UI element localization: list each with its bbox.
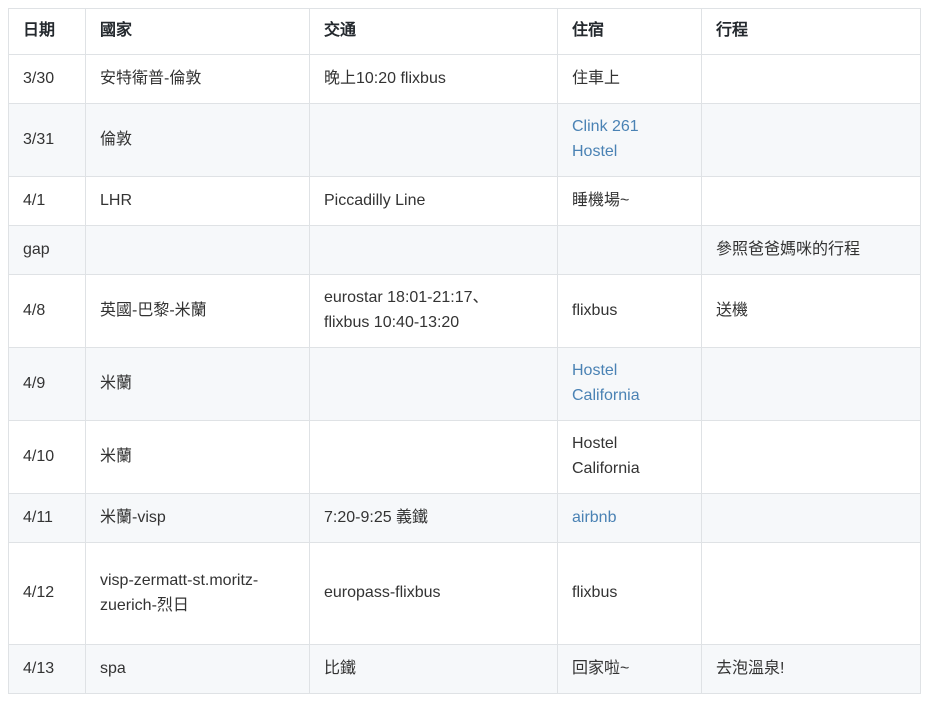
travel-itinerary-table: 日期 國家 交通 住宿 行程 3/30 安特衛普-倫敦 晚上10:20 flix… xyxy=(8,8,921,694)
table-row: 3/31 倫敦 Clink 261 Hostel xyxy=(8,103,921,177)
cell-transport xyxy=(309,225,558,275)
cell-itinerary xyxy=(701,54,921,104)
cell-country: 安特衛普-倫敦 xyxy=(85,54,310,104)
cell-accommodation: 回家啦~ xyxy=(557,644,702,694)
cell-itinerary xyxy=(701,420,921,494)
cell-date: gap xyxy=(8,225,86,275)
cell-country xyxy=(85,225,310,275)
column-header-date: 日期 xyxy=(8,8,86,55)
cell-transport: 比鐵 xyxy=(309,644,558,694)
cell-date: 4/1 xyxy=(8,176,86,226)
cell-accommodation: airbnb xyxy=(557,493,702,543)
cell-itinerary: 送機 xyxy=(701,274,921,348)
table-row: 4/11 米蘭-visp 7:20-9:25 義鐵 airbnb xyxy=(8,493,921,543)
cell-itinerary xyxy=(701,103,921,177)
cell-transport xyxy=(309,420,558,494)
table-row: 4/8 英國-巴黎-米蘭 eurostar 18:01-21:17、 flixb… xyxy=(8,274,921,348)
transport-line-2: flixbus 10:40-13:20 xyxy=(324,314,460,331)
cell-date: 4/8 xyxy=(8,274,86,348)
cell-country: visp-zermatt-st.moritz-zuerich-烈日 xyxy=(85,542,310,645)
table-header: 日期 國家 交通 住宿 行程 xyxy=(8,8,921,55)
cell-country: 米蘭 xyxy=(85,347,310,421)
cell-itinerary: 參照爸爸媽咪的行程 xyxy=(701,225,921,275)
cell-country: 英國-巴黎-米蘭 xyxy=(85,274,310,348)
cell-date: 4/13 xyxy=(8,644,86,694)
cell-transport xyxy=(309,347,558,421)
accommodation-link[interactable]: Clink 261 Hostel xyxy=(572,118,639,160)
cell-date: 3/30 xyxy=(8,54,86,104)
column-header-country: 國家 xyxy=(85,8,310,55)
cell-country: 倫敦 xyxy=(85,103,310,177)
cell-itinerary xyxy=(701,176,921,226)
cell-transport: Piccadilly Line xyxy=(309,176,558,226)
cell-date: 4/11 xyxy=(8,493,86,543)
column-header-itinerary: 行程 xyxy=(701,8,921,55)
cell-accommodation: 住車上 xyxy=(557,54,702,104)
cell-transport: 7:20-9:25 義鐵 xyxy=(309,493,558,543)
cell-accommodation xyxy=(557,225,702,275)
column-header-accommodation: 住宿 xyxy=(557,8,702,55)
table-body: 3/30 安特衛普-倫敦 晚上10:20 flixbus 住車上 3/31 倫敦… xyxy=(8,54,921,694)
cell-accommodation: flixbus xyxy=(557,274,702,348)
header-row: 日期 國家 交通 住宿 行程 xyxy=(8,8,921,55)
cell-transport: europass-flixbus xyxy=(309,542,558,645)
table-row: gap 參照爸爸媽咪的行程 xyxy=(8,225,921,275)
accommodation-link[interactable]: Hostel California xyxy=(572,362,640,404)
cell-country: LHR xyxy=(85,176,310,226)
cell-date: 4/12 xyxy=(8,542,86,645)
cell-accommodation: Hostel California xyxy=(557,347,702,421)
cell-transport xyxy=(309,103,558,177)
cell-country: 米蘭 xyxy=(85,420,310,494)
table-row: 4/9 米蘭 Hostel California xyxy=(8,347,921,421)
transport-line-1: eurostar 18:01-21:17、 xyxy=(324,289,489,307)
cell-accommodation: Clink 261 Hostel xyxy=(557,103,702,177)
itinerary-table-container: 日期 國家 交通 住宿 行程 3/30 安特衛普-倫敦 晚上10:20 flix… xyxy=(0,0,943,694)
cell-date: 3/31 xyxy=(8,103,86,177)
cell-date: 4/10 xyxy=(8,420,86,494)
table-row: 4/13 spa 比鐵 回家啦~ 去泡溫泉! xyxy=(8,644,921,694)
column-header-transport: 交通 xyxy=(309,8,558,55)
cell-transport: eurostar 18:01-21:17、 flixbus 10:40-13:2… xyxy=(309,274,558,348)
table-row: 4/1 LHR Piccadilly Line 睡機場~ xyxy=(8,176,921,226)
cell-country: 米蘭-visp xyxy=(85,493,310,543)
table-row: 3/30 安特衛普-倫敦 晚上10:20 flixbus 住車上 xyxy=(8,54,921,104)
cell-accommodation: flixbus xyxy=(557,542,702,645)
cell-itinerary xyxy=(701,493,921,543)
table-row: 4/10 米蘭 Hostel California xyxy=(8,420,921,494)
cell-itinerary xyxy=(701,347,921,421)
cell-accommodation: Hostel California xyxy=(557,420,702,494)
cell-date: 4/9 xyxy=(8,347,86,421)
cell-country: spa xyxy=(85,644,310,694)
cell-itinerary xyxy=(701,542,921,645)
table-row: 4/12 visp-zermatt-st.moritz-zuerich-烈日 e… xyxy=(8,542,921,645)
cell-itinerary: 去泡溫泉! xyxy=(701,644,921,694)
accommodation-link[interactable]: airbnb xyxy=(572,509,616,526)
cell-transport: 晚上10:20 flixbus xyxy=(309,54,558,104)
cell-accommodation: 睡機場~ xyxy=(557,176,702,226)
